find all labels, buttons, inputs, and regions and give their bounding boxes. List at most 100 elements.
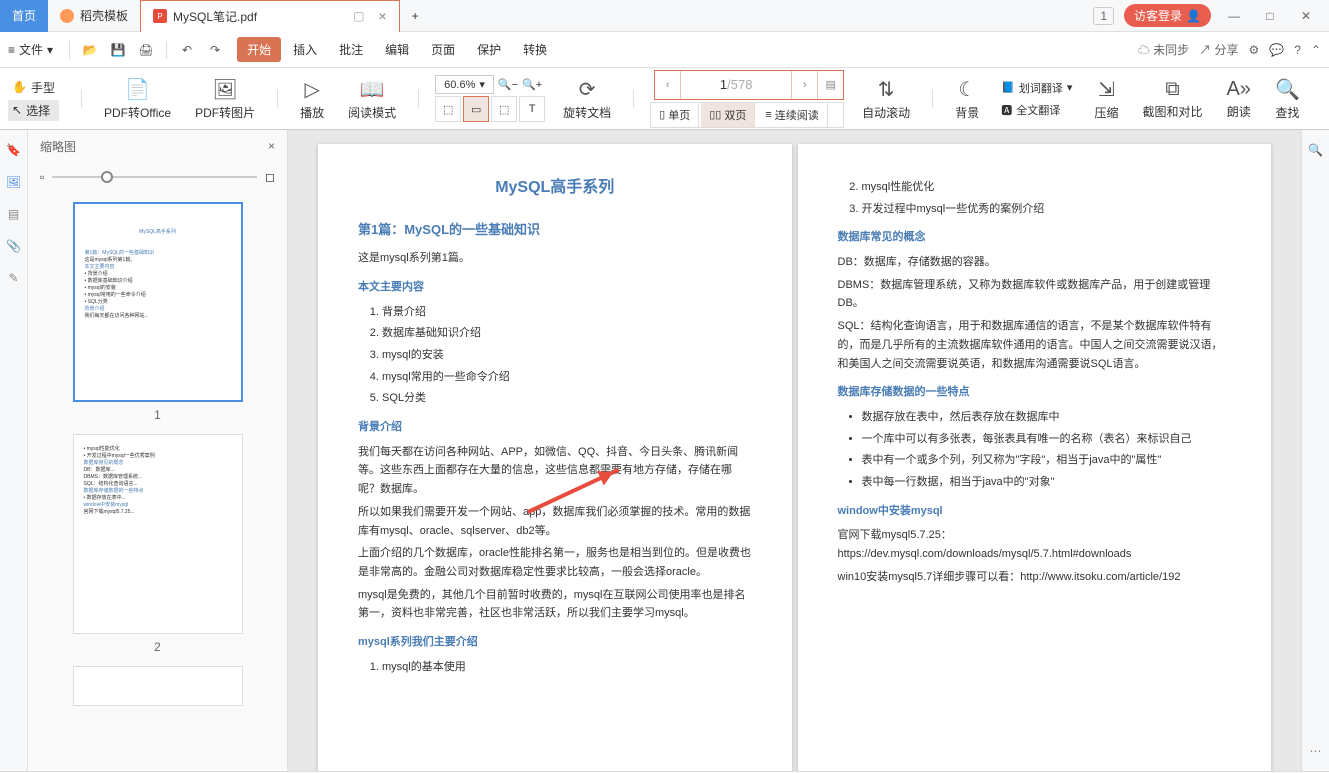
- image-icon: 🖼: [212, 77, 237, 102]
- tab-home[interactable]: 首页: [0, 0, 48, 32]
- read-aloud-button[interactable]: A»朗读: [1220, 74, 1256, 124]
- thumbnail-header: 缩略图 ×: [28, 130, 287, 162]
- thumb-num-2: 2: [48, 640, 267, 654]
- menu-icon: ≡: [8, 43, 15, 57]
- single-page-button[interactable]: ▯ 单页: [651, 103, 699, 127]
- thumbnail-zoom: ▫ ◻: [28, 162, 287, 192]
- zoom-select[interactable]: 60.6%▾: [435, 75, 494, 94]
- redo-icon[interactable]: ↷: [203, 38, 227, 62]
- help-icon[interactable]: ?: [1294, 43, 1301, 57]
- minimize-icon[interactable]: —: [1221, 3, 1247, 29]
- thumb-page-2[interactable]: • mysql性能优化• 开发过程中mysql一些优秀案例数据库常见的概念DB：…: [48, 434, 267, 654]
- double-page-button[interactable]: ▯▯ 双页: [701, 103, 755, 127]
- thumbnail-list[interactable]: MySQL高手系列第1篇：MySQL的一些基础知识这是mysql系列第1篇。本文…: [28, 192, 287, 771]
- thumb-page-3[interactable]: [48, 666, 267, 706]
- pdf-to-office-button[interactable]: 📄PDF转Office: [98, 73, 177, 125]
- save-icon[interactable]: 💾: [106, 38, 130, 62]
- close-icon[interactable]: ×: [378, 8, 386, 24]
- thumb-slider[interactable]: [52, 176, 257, 178]
- document-viewer[interactable]: ⊡ MySQL高手系列 第1篇：MySQL的一些基础知识 这是mysql系列第1…: [288, 130, 1301, 771]
- page-navigator: ‹ 1/578 › ▤: [654, 70, 844, 100]
- next-page-icon[interactable]: ›: [791, 71, 817, 99]
- full-translate-button[interactable]: 🅰 全文翻译: [997, 100, 1076, 120]
- hand-tool[interactable]: ✋ 手型: [8, 77, 59, 98]
- rtab-protect[interactable]: 保护: [467, 37, 511, 62]
- rtab-insert[interactable]: 插入: [283, 37, 327, 62]
- rtab-comment[interactable]: 批注: [329, 37, 373, 62]
- open-icon[interactable]: 📂: [78, 38, 102, 62]
- avatar-icon: 👤: [1186, 9, 1201, 23]
- login-button[interactable]: 访客登录👤: [1124, 4, 1211, 27]
- rotate-button[interactable]: ⟳旋转文档: [557, 73, 617, 125]
- rtab-page[interactable]: 页面: [421, 37, 465, 62]
- tab-daoke-label: 稻壳模板: [80, 7, 128, 24]
- dict-translate-button[interactable]: 📘 划词翻译 ▾: [997, 78, 1076, 98]
- compress-button[interactable]: ⇲压缩: [1088, 73, 1124, 125]
- continuous-button[interactable]: ≡ 连续阅读: [757, 103, 827, 127]
- prev-page-icon[interactable]: ‹: [655, 71, 681, 99]
- outline-icon[interactable]: ▤: [4, 204, 24, 224]
- tab-daoke[interactable]: 稻壳模板: [48, 0, 140, 32]
- page-2: mysql性能优化 开发过程中mysql一些优秀的案例介绍 数据库常见的概念 D…: [798, 144, 1272, 771]
- autoscroll-button[interactable]: ⇅自动滚动: [856, 73, 916, 125]
- play-button[interactable]: ▷播放: [294, 73, 330, 125]
- more-side-icon[interactable]: ⋯: [1306, 741, 1326, 761]
- rtab-start[interactable]: 开始: [237, 37, 281, 62]
- compress-icon: ⇲: [1098, 77, 1115, 102]
- text-reflow-icon[interactable]: T: [519, 96, 545, 122]
- note-icon[interactable]: ✎: [4, 268, 24, 288]
- goto-page-icon[interactable]: ▤: [817, 71, 843, 99]
- maximize-icon[interactable]: □: [1257, 3, 1283, 29]
- feedback-icon[interactable]: 💬: [1269, 43, 1284, 57]
- feature-list: 数据存放在表中，然后表存放在数据库中 一个库中可以有多张表，每张表具有唯一的名称…: [838, 408, 1232, 492]
- zoom-group: 60.6%▾ 🔍− 🔍+ ⬚ ▭ ⬚ T: [435, 75, 545, 122]
- sync-status[interactable]: ☁ 未同步: [1138, 41, 1189, 58]
- zoom-in-icon[interactable]: 🔍+: [522, 78, 542, 91]
- tab-add[interactable]: +: [400, 0, 431, 32]
- thumbnail-title: 缩略图: [40, 138, 76, 155]
- layout-buttons: ▯ 单页 ▯▯ 双页 ≡ 连续阅读: [650, 102, 844, 128]
- close-window-icon[interactable]: ✕: [1293, 3, 1319, 29]
- search-side-icon[interactable]: 🔍: [1306, 140, 1326, 160]
- zoom-out-icon[interactable]: 🔍−: [498, 78, 518, 91]
- close-panel-icon[interactable]: ×: [268, 139, 275, 153]
- window-controls: 1 访客登录👤 — □ ✕: [1093, 3, 1329, 29]
- file-toolbar: ≡ 文件 ▾ 📂 💾 🖨 ↶ ↷ 开始 插入 批注 编辑 页面 保护 转换 ☁ …: [0, 32, 1329, 68]
- left-sidebar: 🔖 🖼 ▤ 📎 ✎: [0, 130, 28, 771]
- fit-width-icon[interactable]: ⬚: [435, 96, 461, 122]
- read-mode-button[interactable]: 📖阅读模式: [342, 73, 402, 125]
- compare-button[interactable]: ⧉截图和对比: [1136, 74, 1208, 124]
- share-button[interactable]: ↗ 分享: [1199, 41, 1238, 58]
- rtab-edit[interactable]: 编辑: [375, 37, 419, 62]
- print-icon[interactable]: 🖨: [134, 38, 158, 62]
- collapse-icon[interactable]: ⌃: [1311, 43, 1321, 57]
- bookmark-icon[interactable]: 🔖: [4, 140, 24, 160]
- file-menu[interactable]: ≡ 文件 ▾: [8, 41, 61, 58]
- fit-page-icon[interactable]: ▭: [463, 96, 489, 122]
- find-button[interactable]: 🔍查找: [1269, 73, 1306, 125]
- ribbon: ✋ 手型 ↖ 选择 📄PDF转Office 🖼PDF转图片 ▷播放 📖阅读模式 …: [0, 68, 1329, 130]
- thumb-page-1[interactable]: MySQL高手系列第1篇：MySQL的一些基础知识这是mysql系列第1篇。本文…: [48, 202, 267, 422]
- rtab-convert[interactable]: 转换: [513, 37, 557, 62]
- select-tool[interactable]: ↖ 选择: [8, 100, 59, 121]
- tab-count[interactable]: 1: [1093, 7, 1114, 25]
- pin-icon[interactable]: ▢: [353, 9, 364, 23]
- select-area-icon[interactable]: ⬚: [491, 96, 517, 122]
- settings-icon[interactable]: ⚙: [1249, 43, 1260, 57]
- small-thumb-icon[interactable]: ▫: [40, 170, 44, 184]
- background-button[interactable]: ☾背景: [949, 73, 985, 125]
- large-thumb-icon[interactable]: ◻: [265, 170, 275, 184]
- right-sidebar: 🔍 ⋯: [1301, 130, 1329, 771]
- undo-icon[interactable]: ↶: [175, 38, 199, 62]
- search-icon: 🔍: [1275, 77, 1300, 102]
- page-input[interactable]: 1/578: [681, 77, 791, 92]
- page-group: ‹ 1/578 › ▤ ▯ 单页 ▯▯ 双页 ≡ 连续阅读: [650, 70, 844, 128]
- scroll-icon: ⇅: [878, 77, 895, 102]
- attachment-icon[interactable]: 📎: [4, 236, 24, 256]
- thumbnail-icon[interactable]: 🖼: [4, 172, 24, 192]
- pdf-icon: P: [153, 9, 167, 23]
- pdf-to-pic-button[interactable]: 🖼PDF转图片: [189, 73, 261, 125]
- tab-pdf[interactable]: P MySQL笔记.pdf ▢ ×: [140, 0, 400, 32]
- translate-group: 📘 划词翻译 ▾ 🅰 全文翻译: [997, 78, 1076, 120]
- doc-title: MySQL高手系列: [358, 174, 752, 201]
